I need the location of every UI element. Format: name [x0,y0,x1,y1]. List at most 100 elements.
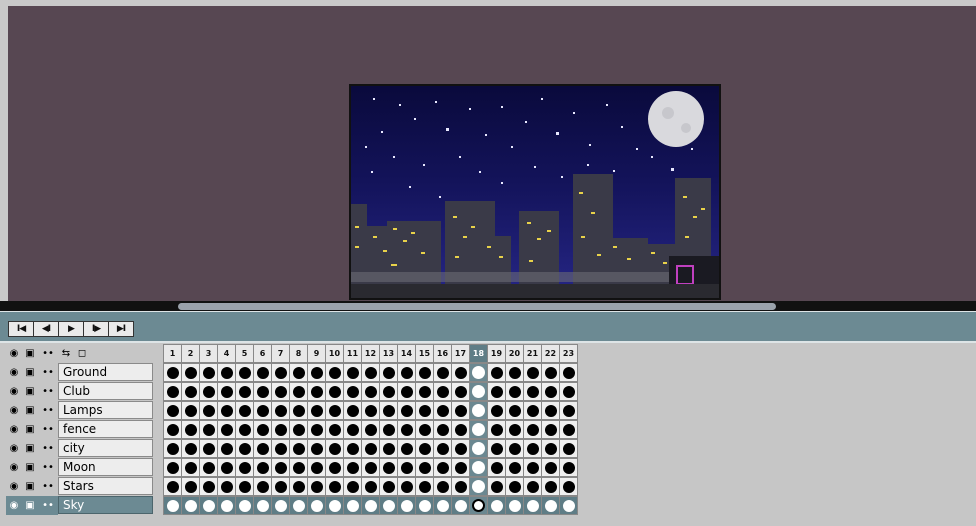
frame-cell[interactable] [199,477,218,496]
frame-cell[interactable] [253,401,272,420]
frame-cell[interactable] [541,420,560,439]
onion-dots-icon[interactable]: •• [38,344,58,363]
frame-cell[interactable] [271,439,290,458]
frame-cell[interactable] [307,363,326,382]
lock-icon[interactable]: ▣ [22,344,38,363]
frame-cell[interactable] [271,420,290,439]
layer-name[interactable]: Stars [58,477,153,495]
frame-number-9[interactable]: 9 [307,344,326,363]
frame-cell[interactable] [343,363,362,382]
frame-cell[interactable] [505,401,524,420]
frame-cell[interactable] [433,477,452,496]
frame-cell[interactable] [505,458,524,477]
frame-cell[interactable] [415,420,434,439]
frame-cell[interactable] [307,458,326,477]
frame-number-17[interactable]: 17 [451,344,470,363]
frame-cell[interactable] [325,401,344,420]
frame-cell[interactable] [397,363,416,382]
layer-onion-dots-icon[interactable]: •• [38,420,58,439]
frame-cell[interactable] [541,496,560,515]
frame-cell[interactable] [469,458,488,477]
frame-cell[interactable] [217,496,236,515]
frame-cell[interactable] [325,477,344,496]
frame-cell[interactable] [361,458,380,477]
frame-cell[interactable] [451,382,470,401]
layer-eye-icon[interactable]: ◉ [6,420,22,439]
frame-cell[interactable] [181,382,200,401]
frame-cell[interactable] [361,382,380,401]
frame-cell[interactable] [181,401,200,420]
frame-cell[interactable] [487,382,506,401]
frame-cell[interactable] [343,401,362,420]
frame-cell[interactable] [451,363,470,382]
frame-cell[interactable] [181,420,200,439]
layer-lock-icon[interactable]: ▣ [22,458,38,477]
frame-cell[interactable] [163,382,182,401]
last-frame-button[interactable]: ▶I [108,321,134,337]
frame-cell[interactable] [217,458,236,477]
frame-cell[interactable] [217,420,236,439]
frame-cell[interactable] [343,420,362,439]
frame-cell[interactable] [325,439,344,458]
frame-cell[interactable] [397,382,416,401]
frame-cell[interactable] [469,496,488,515]
frame-cell[interactable] [505,439,524,458]
frame-cell[interactable] [235,382,254,401]
frame-cell[interactable] [235,477,254,496]
frame-cell[interactable] [289,420,308,439]
frame-cell[interactable] [559,363,578,382]
frame-cell[interactable] [397,420,416,439]
frame-cell[interactable] [325,420,344,439]
canvas-stage[interactable] [8,6,976,301]
frame-cell[interactable] [469,439,488,458]
frame-number-2[interactable]: 2 [181,344,200,363]
frame-cell[interactable] [397,401,416,420]
frame-cell[interactable] [361,477,380,496]
frame-cell[interactable] [487,458,506,477]
layer-onion-dots-icon[interactable]: •• [38,401,58,420]
play-button[interactable]: ▶ [58,321,84,337]
frame-cell[interactable] [487,496,506,515]
frame-cell[interactable] [163,401,182,420]
frame-cell[interactable] [433,363,452,382]
frame-cell[interactable] [451,477,470,496]
frame-cell[interactable] [253,496,272,515]
layer-row[interactable]: ◉ ▣ •• Lamps [6,401,153,420]
next-frame-button[interactable]: I▶ [83,321,109,337]
link-icon[interactable]: ⇆ [58,344,74,363]
frame-cell[interactable] [253,458,272,477]
frame-cell[interactable] [199,496,218,515]
frame-cell[interactable] [235,496,254,515]
frame-cell[interactable] [523,477,542,496]
frame-number-15[interactable]: 15 [415,344,434,363]
layer-eye-icon[interactable]: ◉ [6,496,22,515]
frame-cell[interactable] [379,496,398,515]
frame-cell[interactable] [559,420,578,439]
frame-cell[interactable] [271,458,290,477]
layer-row[interactable]: ◉ ▣ •• Stars [6,477,153,496]
frame-cell[interactable] [181,363,200,382]
frame-cell[interactable] [523,439,542,458]
frame-cell[interactable] [163,420,182,439]
first-frame-button[interactable]: I◀ [8,321,34,337]
frame-number-20[interactable]: 20 [505,344,524,363]
frame-cell[interactable] [199,382,218,401]
frame-cell[interactable] [253,477,272,496]
frame-cell[interactable] [505,382,524,401]
layer-row[interactable]: ◉ ▣ •• Moon [6,458,153,477]
frame-cell[interactable] [451,496,470,515]
frame-cell[interactable] [505,420,524,439]
frame-cell[interactable] [271,382,290,401]
frame-cell[interactable] [307,439,326,458]
frame-cell[interactable] [163,439,182,458]
frame-cell[interactable] [487,420,506,439]
frame-cell[interactable] [235,363,254,382]
frame-cell[interactable] [469,420,488,439]
frame-cell[interactable] [289,363,308,382]
layer-eye-icon[interactable]: ◉ [6,382,22,401]
layer-lock-icon[interactable]: ▣ [22,477,38,496]
frame-cell[interactable] [199,439,218,458]
layer-lock-icon[interactable]: ▣ [22,439,38,458]
frame-number-23[interactable]: 23 [559,344,578,363]
frame-cell[interactable] [523,420,542,439]
